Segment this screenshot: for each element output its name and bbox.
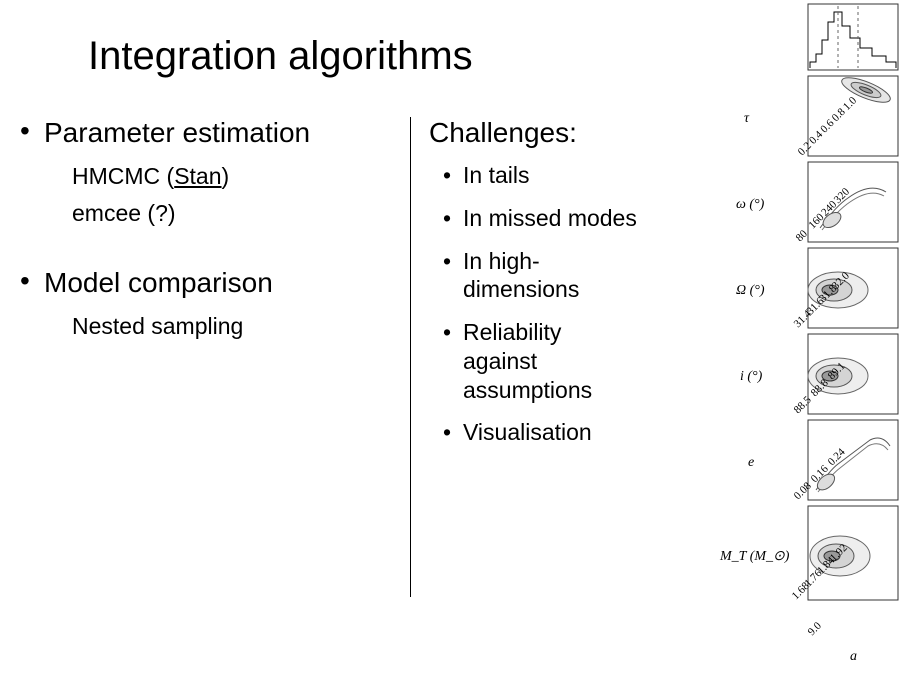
- link-stan[interactable]: Stan: [174, 163, 221, 189]
- sub-hmcmc: HMCMC (Stan): [72, 163, 410, 190]
- challenge-item: In missed modes: [443, 204, 640, 233]
- svg-text:88.5: 88.5: [792, 394, 814, 416]
- left-list: Parameter estimation HMCMC (Stan) emcee …: [20, 117, 410, 340]
- sublist-param-est: HMCMC (Stan) emcee (?): [72, 163, 410, 227]
- sub-prefix: HMCMC (: [72, 163, 174, 189]
- axis-label-bottom: a: [850, 649, 857, 664]
- challenges-list: In tails In missed modes In high-dimensi…: [443, 161, 640, 447]
- challenge-item: Visualisation: [443, 418, 640, 447]
- sublist-model-comp: Nested sampling: [72, 313, 410, 340]
- axis-label-Omega: Ω (°): [736, 283, 765, 298]
- right-column: Challenges: In tails In missed modes In …: [410, 117, 640, 597]
- bullet-label: Parameter estimation: [44, 117, 310, 148]
- challenges-heading: Challenges:: [429, 117, 640, 149]
- axis-tick-bottom: 9.0: [806, 620, 825, 639]
- sub-nested: Nested sampling: [72, 313, 410, 340]
- axis-label-e: e: [748, 455, 754, 470]
- bullet-model-comparison: Model comparison Nested sampling: [20, 267, 410, 340]
- challenge-item: Reliability against assumptions: [443, 318, 640, 404]
- axis-label-MT: M_T (M_⊙): [719, 549, 790, 564]
- axis-label-omega: ω (°): [736, 197, 765, 212]
- bullet-label: Model comparison: [44, 267, 273, 298]
- sub-suffix: ): [222, 163, 230, 189]
- axis-label-i: i (°): [740, 369, 763, 384]
- left-column: Parameter estimation HMCMC (Stan) emcee …: [20, 117, 410, 368]
- slide: Integration algorithms Parameter estimat…: [0, 0, 900, 675]
- challenge-item: In tails: [443, 161, 640, 190]
- challenge-item: In high-dimensions: [443, 247, 640, 305]
- sub-emcee: emcee (?): [72, 200, 410, 227]
- corner-plot: τ 0.2 0.4 0.6 0.8 1.0 ω (°) 80 160 240 3…: [660, 0, 900, 675]
- bullet-parameter-estimation: Parameter estimation HMCMC (Stan) emcee …: [20, 117, 410, 227]
- axis-label-tau: τ: [744, 111, 750, 126]
- svg-text:1.0: 1.0: [841, 94, 860, 113]
- svg-text:0.08: 0.08: [792, 480, 814, 502]
